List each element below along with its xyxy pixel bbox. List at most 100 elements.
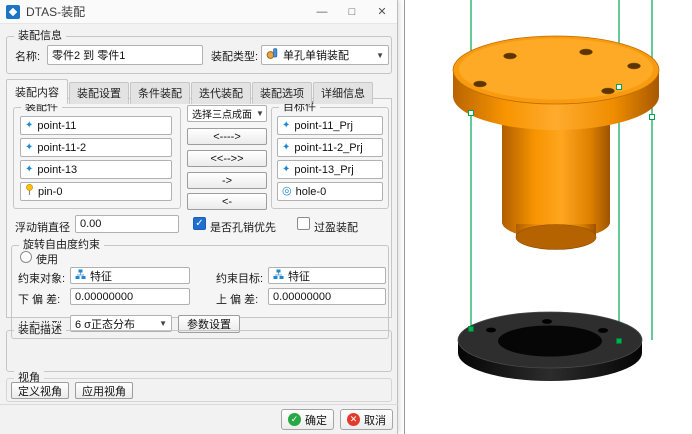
- transfer-all-label: <<-->>: [210, 153, 243, 165]
- name-input[interactable]: 零件2 到 零件1: [47, 45, 203, 65]
- float-pin-value: 0.00: [80, 218, 101, 230]
- transfer-right-label: ->: [222, 175, 232, 187]
- assembly-item-label: point-11-2: [37, 142, 86, 154]
- dtas-assembly-dialog: DTAS-装配 — □ ✕ 装配信息 名称: 零件2 到 零件1 装配类型: 单…: [0, 0, 398, 434]
- assembly-item-point-11[interactable]: ✦ point-11: [20, 116, 172, 135]
- rotation-constraint-group-title: 旋转自由度约束: [19, 238, 104, 252]
- constraint-object-field[interactable]: 特征: [70, 267, 190, 284]
- target-item-point-11-prj[interactable]: ✦ point-11_Prj: [277, 116, 383, 135]
- target-parts-group: 目标件 ✦ point-11_Prj ✦ point-11-2_Prj ✦ po…: [271, 107, 389, 209]
- tab-bar: 装配内容 装配设置 条件装配 迭代装配 装配选项 详细信息: [6, 79, 374, 104]
- transfer-left-label: <-: [222, 196, 232, 208]
- assembly-item-label: point-13: [37, 164, 77, 176]
- hole-pin-priority-label: 是否孔销优先: [210, 219, 276, 235]
- target-item-hole-0[interactable]: ◎ hole-0: [277, 182, 383, 201]
- point-icon: ✦: [25, 121, 33, 131]
- point-icon: ✦: [25, 165, 33, 175]
- float-pin-input[interactable]: 0.00: [75, 215, 179, 233]
- lower-deviation-label: 下 偏 差:: [18, 291, 60, 307]
- cancel-label: 取消: [364, 412, 386, 428]
- dropdown-arrow-icon: ▼: [256, 109, 264, 118]
- target-item-label: point-11-2_Prj: [294, 142, 362, 154]
- assembly-item-point-11-2[interactable]: ✦ point-11-2: [20, 138, 172, 157]
- name-label: 名称:: [15, 48, 40, 64]
- define-view-button[interactable]: 定义视角: [11, 382, 69, 399]
- flange-part: [453, 36, 659, 250]
- target-item-point-13-prj[interactable]: ✦ point-13_Prj: [277, 160, 383, 179]
- window-titlebar[interactable]: DTAS-装配 — □ ✕: [0, 0, 397, 24]
- dropdown-arrow-icon: ▼: [159, 319, 167, 328]
- target-item-point-11-2-prj[interactable]: ✦ point-11-2_Prj: [277, 138, 383, 157]
- tab-iterative-assembly[interactable]: 迭代装配: [191, 82, 251, 104]
- upper-deviation-value: 0.00000000: [273, 291, 331, 303]
- assembly-type-dropdown[interactable]: 单孔单销装配 ▼: [261, 45, 389, 65]
- constraint-object-value: 特征: [90, 268, 112, 284]
- interference-checkbox[interactable]: [297, 217, 310, 230]
- marker-ring-left: [469, 327, 474, 332]
- marker-flange-left: [469, 111, 474, 116]
- assembly-item-point-13[interactable]: ✦ point-13: [20, 160, 172, 179]
- 3d-scene: [405, 0, 692, 434]
- point-icon: ✦: [282, 165, 290, 175]
- float-pin-label: 浮动销直径: [15, 219, 70, 235]
- upper-deviation-field[interactable]: 0.00000000: [268, 288, 386, 305]
- lower-deviation-field[interactable]: 0.00000000: [70, 288, 190, 305]
- minimize-button[interactable]: —: [307, 0, 337, 23]
- plane-select-dropdown[interactable]: 选择三点成面 ▼: [187, 105, 267, 122]
- target-item-label: hole-0: [296, 186, 327, 198]
- constraint-target-value: 特征: [288, 268, 310, 284]
- assembly-type-label: 装配类型:: [211, 48, 258, 64]
- transfer-right-button[interactable]: ->: [187, 172, 267, 189]
- app-icon: [6, 5, 20, 19]
- assembly-item-label: point-11: [37, 120, 76, 132]
- tab-assembly-settings[interactable]: 装配设置: [69, 82, 129, 104]
- marker-flange-right: [650, 115, 655, 120]
- description-group-title: 装配描述: [14, 323, 66, 337]
- ok-check-icon: ✓: [288, 413, 301, 426]
- dropdown-arrow-icon: ▼: [376, 51, 384, 60]
- cancel-x-icon: ✕: [347, 413, 360, 426]
- constraint-target-label: 约束目标:: [216, 270, 263, 286]
- ok-button[interactable]: ✓ 确定: [281, 409, 334, 430]
- lower-deviation-value: 0.00000000: [75, 291, 133, 303]
- assembly-content-panel: 装配件 ✦ point-11 ✦ point-11-2 ✦ point-13: [6, 98, 392, 318]
- transfer-all-button[interactable]: <<-->>: [187, 150, 267, 167]
- point-icon: ✦: [282, 143, 290, 153]
- assembly-type-icon: [266, 47, 279, 63]
- target-item-label: point-11_Prj: [294, 120, 353, 132]
- hole-pin-priority-checkbox[interactable]: ✓: [193, 217, 206, 230]
- assembly-info-group: 装配信息 名称: 零件2 到 零件1 装配类型: 单孔单销装配 ▼: [6, 36, 392, 74]
- tab-details[interactable]: 详细信息: [313, 82, 373, 104]
- tab-assembly-content[interactable]: 装配内容: [6, 79, 68, 104]
- constraint-object-label: 约束对象:: [18, 270, 65, 286]
- apply-view-button[interactable]: 应用视角: [75, 382, 133, 399]
- define-view-label: 定义视角: [18, 383, 62, 399]
- point-icon: ✦: [25, 143, 33, 153]
- assembly-parts-group: 装配件 ✦ point-11 ✦ point-11-2 ✦ point-13: [13, 107, 181, 209]
- interference-label: 过盈装配: [314, 219, 358, 235]
- apply-view-label: 应用视角: [82, 383, 126, 399]
- pin-icon: [25, 184, 34, 199]
- cancel-button[interactable]: ✕ 取消: [340, 409, 393, 430]
- close-button[interactable]: ✕: [367, 0, 397, 23]
- rotation-constraint-group: 旋转自由度约束 使用 约束对象: 特征 约束目标: 特征 下: [11, 245, 389, 313]
- transfer-both-button[interactable]: <---->: [187, 128, 267, 145]
- viewport-3d[interactable]: [404, 0, 692, 434]
- footer-separator: [0, 404, 398, 405]
- transfer-left-button[interactable]: <-: [187, 193, 267, 210]
- name-input-value: 零件2 到 零件1: [52, 47, 125, 63]
- upper-deviation-label: 上 偏 差:: [216, 291, 258, 307]
- tab-conditional-assembly[interactable]: 条件装配: [130, 82, 190, 104]
- tab-assembly-options[interactable]: 装配选项: [252, 82, 312, 104]
- view-group: 视角 定义视角 应用视角: [6, 378, 392, 402]
- point-icon: ✦: [282, 121, 290, 131]
- assembly-item-pin-0[interactable]: pin-0: [20, 182, 172, 201]
- hole-icon: ◎: [282, 186, 292, 197]
- maximize-button[interactable]: □: [337, 0, 367, 23]
- feature-icon: [273, 269, 284, 283]
- window-title: DTAS-装配: [26, 3, 85, 20]
- transfer-both-label: <---->: [213, 131, 241, 143]
- constraint-target-field[interactable]: 特征: [268, 267, 386, 284]
- use-radio[interactable]: [20, 251, 32, 263]
- marker-flange-top: [617, 85, 622, 90]
